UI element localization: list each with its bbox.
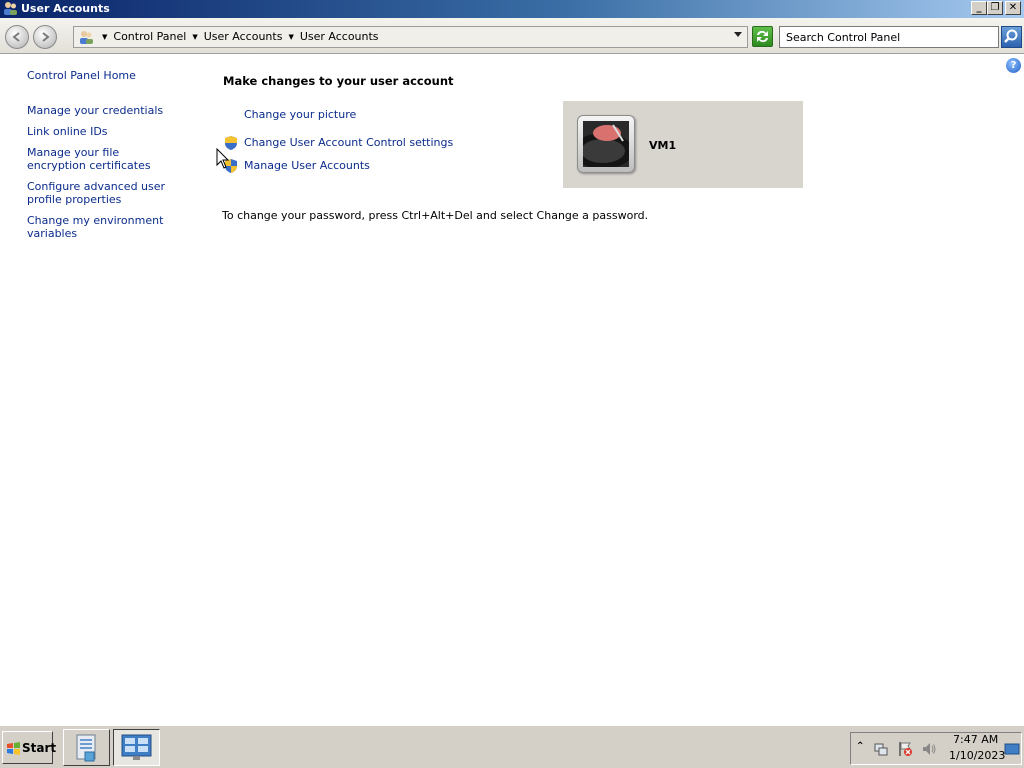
change-uac-settings-link[interactable]: Change User Account Control settings [244, 136, 453, 149]
sidebar-item-file-encryption-certificates[interactable]: Manage your file encryption certificates [27, 146, 177, 172]
avatar [577, 115, 635, 173]
address-dropdown-icon[interactable] [734, 32, 742, 37]
crumb-user-accounts-current[interactable]: User Accounts [300, 30, 379, 43]
taskbar-server-manager[interactable] [63, 729, 110, 766]
crumb-user-accounts[interactable]: User Accounts [204, 30, 283, 43]
breadcrumb[interactable]: ▼ Control Panel ▼ User Accounts ▼ User A… [73, 26, 748, 48]
server-manager-icon [76, 734, 96, 762]
title-bar: User Accounts _ ❐ ✕ [0, 0, 1024, 18]
sidebar-item-environment-variables[interactable]: Change my environment variables [27, 214, 202, 240]
search-button[interactable] [1001, 26, 1022, 48]
start-label: Start [22, 741, 57, 755]
volume-icon[interactable] [921, 741, 937, 757]
window-title: User Accounts [21, 2, 110, 15]
crumb-control-panel[interactable]: Control Panel [113, 30, 186, 43]
minimize-button[interactable]: _ [971, 1, 987, 15]
back-button[interactable] [5, 25, 29, 49]
clock-time[interactable]: 7:47 AM [953, 733, 998, 746]
sidebar-item-advanced-user-profile[interactable]: Configure advanced user profile properti… [27, 180, 192, 206]
clock-date[interactable]: 1/10/2023 [949, 749, 1005, 762]
sidebar-item-manage-credentials[interactable]: Manage your credentials [27, 104, 202, 117]
sidebar-item-control-panel-home[interactable]: Control Panel Home [27, 69, 202, 82]
restore-button[interactable]: ❐ [987, 1, 1003, 15]
user-accounts-icon [4, 2, 17, 15]
change-picture-link[interactable]: Change your picture [244, 108, 356, 121]
control-panel-icon [121, 734, 152, 760]
address-bar: ▼ Control Panel ▼ User Accounts ▼ User A… [0, 18, 1024, 54]
sidebar-item-link-online-ids[interactable]: Link online IDs [27, 125, 202, 138]
password-note: To change your password, press Ctrl+Alt+… [222, 209, 649, 222]
search-input[interactable]: Search Control Panel [779, 26, 999, 48]
close-button[interactable]: ✕ [1005, 1, 1021, 15]
crumb-separator-icon[interactable]: ▼ [288, 33, 293, 41]
forward-arrow-icon [42, 32, 50, 42]
refresh-button[interactable] [752, 26, 773, 47]
page-title: Make changes to your user account [223, 74, 454, 88]
turntable-picture [583, 121, 629, 167]
network-icon[interactable] [873, 741, 889, 757]
manage-user-accounts-link[interactable]: Manage User Accounts [244, 159, 370, 172]
show-desktop-icon[interactable] [1004, 741, 1020, 757]
control-panel-icon [80, 31, 93, 44]
mouse-cursor-icon [216, 148, 230, 169]
crumb-separator-icon[interactable]: ▼ [192, 33, 197, 41]
search-icon [1004, 29, 1018, 43]
action-center-flag-icon[interactable] [897, 741, 913, 757]
crumb-root-arrow-icon[interactable]: ▼ [102, 33, 107, 41]
refresh-icon [757, 30, 768, 43]
back-arrow-icon [12, 32, 20, 42]
help-icon[interactable]: ? [1006, 58, 1021, 73]
user-tile: VM1 [563, 101, 803, 188]
system-tray: ⌃ 7:47 AM 1/10/2023 [850, 732, 1022, 765]
show-hidden-icons-icon[interactable]: ⌃ [856, 741, 864, 752]
forward-button[interactable] [33, 25, 57, 49]
start-button[interactable]: Start [2, 731, 57, 764]
user-name: VM1 [649, 139, 677, 152]
windows-logo-icon [7, 742, 20, 755]
taskbar: Start ⌃ 7:47 AM 1/10/2023 [0, 725, 1024, 768]
taskbar-control-panel[interactable] [113, 729, 160, 766]
